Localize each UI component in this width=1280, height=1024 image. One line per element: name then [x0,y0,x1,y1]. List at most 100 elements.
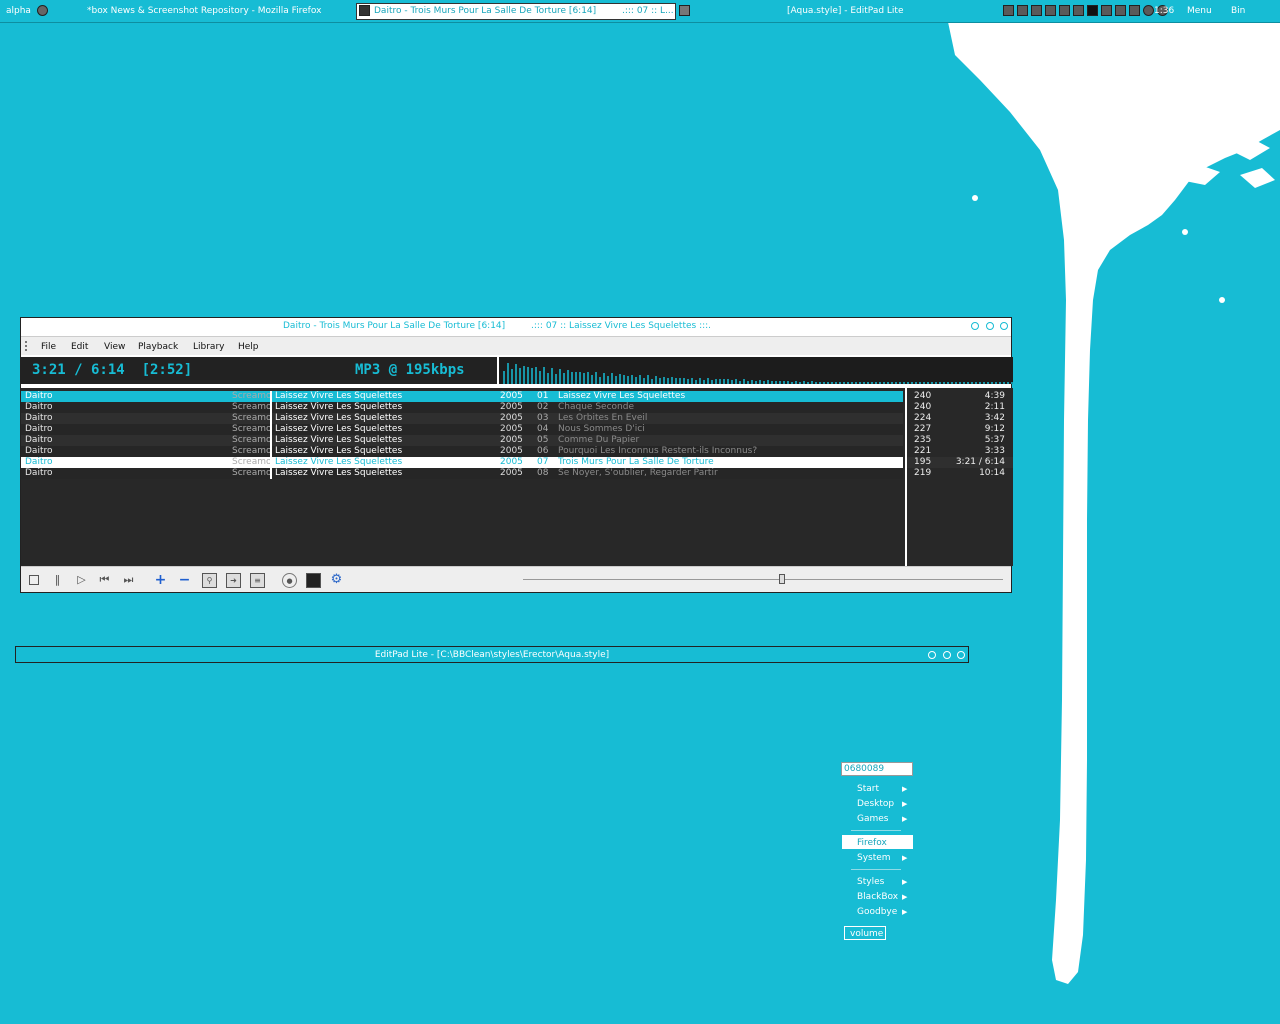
tray-keyboard-icon[interactable] [1073,5,1084,16]
remove-icon[interactable]: − [178,572,191,588]
cell-genre: Screamo [232,468,270,478]
seek-thumb[interactable] [779,574,786,584]
foobar-titlebar[interactable]: Daitro - Trois Murs Pour La Salle De Tor… [21,318,1011,334]
menu-library[interactable]: Library [193,342,224,352]
spectrum-bar [927,382,929,384]
tray-disk-icon[interactable] [1045,5,1056,16]
spectrum-bar [979,382,981,384]
spectrum-bar [607,376,609,384]
menu-item-start[interactable]: Start [857,784,879,794]
spectrum-bar [667,378,669,384]
playlist-row[interactable]: Daitro Screamo Laissez Vivre Les Squelette… [21,402,903,413]
add-icon[interactable]: + [154,572,167,588]
cell-track: 07 [537,457,549,467]
task-foobar[interactable]: Daitro - Trois Murs Pour La Salle De Tor… [356,3,676,20]
spectrum-bar [755,381,757,384]
playlist-icon[interactable]: ≡ [250,573,265,588]
volume-indicator[interactable]: volume 6 [844,926,886,940]
bin-button[interactable]: Bin [1231,6,1245,16]
cell-year: 2005 [500,391,523,401]
task-foobar-suffix: .::: 07 :: L... [622,6,674,16]
tray-monitor-icon[interactable] [1101,5,1112,16]
stop-icon[interactable] [27,573,40,586]
cell-track: 02 [537,402,549,412]
spectrum-bar [547,373,549,384]
menu-help[interactable]: Help [238,342,259,352]
playlist-row[interactable]: Daitro Screamo Laissez Vivre Les Squelette… [21,391,903,402]
cell-title: Comme Du Papier [558,435,640,445]
playlist-row[interactable]: Daitro Screamo Laissez Vivre Les Squelette… [21,435,903,446]
tray-skull-icon[interactable] [1031,5,1042,16]
spectrum-bar [947,382,949,384]
menu-item-desktop[interactable]: Desktop [857,799,894,809]
menu-item-system[interactable]: System [857,853,891,863]
spectrum-bar [995,382,997,384]
editpad-maximize-button[interactable] [943,651,951,659]
menu-item-games[interactable]: Games [857,814,888,824]
spectrum-bar [875,382,877,384]
playlist[interactable]: Daitro Screamo Laissez Vivre Les Squelette… [21,388,905,566]
cell-artist: Daitro [25,435,53,445]
search-icon[interactable]: ⚲ [202,573,217,588]
close-button[interactable] [1000,322,1008,330]
spectrum-bar [871,382,873,384]
menu-item-styles[interactable]: Styles [857,877,884,887]
menu-item-goodbye[interactable]: Goodbye [857,907,897,917]
minimize-button[interactable] [971,322,979,330]
spectrum-bar [951,382,953,384]
menu-playback[interactable]: Playback [138,342,178,352]
cell-genre: Screamo [232,457,270,467]
playlist-row[interactable]: Daitro Screamo Laissez Vivre Les Squelette… [21,413,903,424]
spectrum-bar [771,381,773,384]
export-icon[interactable]: ➜ [226,573,241,588]
menu-item-firefox[interactable]: Firefox [857,838,887,848]
spectrum-bar [891,382,893,384]
tray-antivirus-icon[interactable] [1115,5,1126,16]
task-editpad[interactable]: [Aqua.style] - EditPad Lite [787,6,904,16]
spectrum-bar [999,382,1001,384]
playlist-row[interactable]: Daitro Screamo Laissez Vivre Les Squelette… [21,446,903,457]
spectrum-bar [695,380,697,384]
tray-network-icon[interactable] [1059,5,1070,16]
spectrum-bar [747,381,749,384]
editpad-minimize-button[interactable] [928,651,936,659]
spectrum-bar [623,375,625,384]
menu-button[interactable]: Menu [1187,6,1212,16]
spectrum-bar [599,377,601,384]
tray-app-icon[interactable] [1003,5,1014,16]
menu-edit[interactable]: Edit [71,342,88,352]
cell-track: 04 [537,424,549,434]
spectrum-bar [931,382,933,384]
menu-file[interactable]: File [41,342,56,352]
spectrum-bar [619,374,621,384]
gear-icon[interactable]: ⚙ [330,572,343,587]
maximize-button[interactable] [986,322,994,330]
tray-lock-icon[interactable] [1129,5,1140,16]
workspace-label[interactable]: alpha [6,6,31,16]
cell-bitrate: 195 [914,457,932,467]
playlist-row[interactable]: Daitro Screamo Laissez Vivre Les Squelette… [21,457,903,468]
spectrum-bar [787,381,789,384]
cell-genre: Screamo [232,402,270,412]
playlist-row[interactable]: Daitro Screamo Laissez Vivre Les Squelette… [21,468,903,479]
editpad-window[interactable]: EditPad Lite - [C:\BBClean\styles\Erecto… [15,646,969,663]
tray-x-icon[interactable] [1087,5,1098,16]
cd-icon[interactable]: ● [282,573,297,588]
next-icon[interactable]: ⏭ [122,573,135,586]
column-divider [270,424,272,435]
pause-icon[interactable]: ‖ [51,573,64,586]
task-firefox[interactable]: *box News & Screenshot Repository - Mozi… [87,6,321,16]
editpad-close-button[interactable] [957,651,965,659]
menu-view[interactable]: View [104,342,125,352]
seek-bar[interactable] [523,574,1003,584]
menu-item-blackbox[interactable]: BlackBox [857,892,898,902]
play-icon[interactable]: ▷ [75,573,88,586]
console-icon[interactable] [306,573,321,588]
spectrum-bar [899,382,901,384]
spectrum-bar [779,381,781,384]
root-menu-title: 0680089 [841,762,913,776]
previous-icon[interactable]: ⏮ [98,573,111,586]
tray-shield-icon[interactable] [1017,5,1028,16]
tray-refresh-icon[interactable] [1143,5,1154,16]
playlist-row[interactable]: Daitro Screamo Laissez Vivre Les Squelette… [21,424,903,435]
